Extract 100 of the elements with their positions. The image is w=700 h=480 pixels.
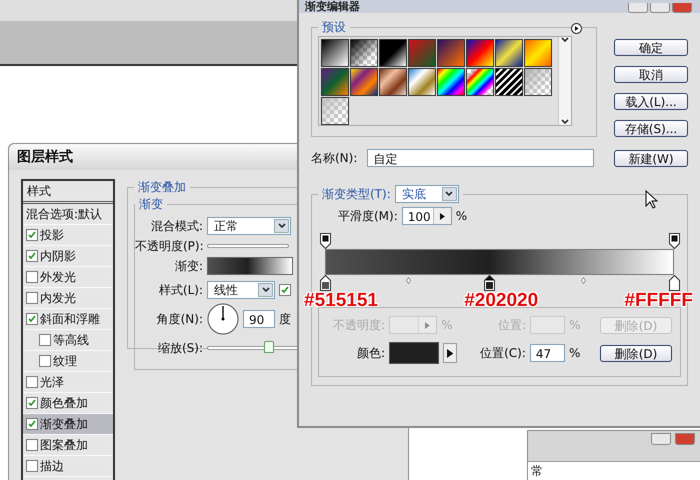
checkbox[interactable] (26, 439, 38, 451)
gradient-preset[interactable] (495, 68, 523, 96)
gradient-preview[interactable] (207, 257, 293, 275)
color-swatch[interactable] (389, 342, 440, 364)
gradient-preset[interactable] (495, 39, 523, 67)
gradient-preset[interactable] (524, 39, 552, 67)
field-label: 位置(C): (479, 344, 526, 362)
angle-field[interactable]: 90 (243, 310, 275, 328)
field-label: 样式(L): (158, 282, 203, 298)
style-list-item[interactable]: 图案叠加 (23, 435, 113, 456)
style-list-item[interactable]: 纹理 (23, 351, 113, 372)
gradient-preset[interactable] (379, 68, 407, 96)
gradient-type-select[interactable]: 实底 (394, 185, 459, 203)
checkbox[interactable] (279, 284, 291, 296)
style-list-item[interactable]: 投影 (23, 225, 113, 246)
mouse-pointer-icon (645, 190, 659, 210)
field-label: 不透明度(P): (135, 238, 203, 254)
minimize-button[interactable] (651, 433, 671, 445)
field-label: 角度(N): (156, 310, 203, 328)
angle-dial[interactable] (207, 303, 239, 335)
maximize-button[interactable] (650, 3, 670, 13)
checkbox[interactable] (26, 397, 38, 409)
checkbox[interactable] (39, 355, 51, 367)
dialog-button[interactable]: 存储(S)... (614, 120, 688, 137)
field-label: 混合模式: (150, 218, 203, 234)
gradient-preset[interactable] (379, 39, 407, 67)
color-stop[interactable] (668, 275, 680, 291)
gradient-preset[interactable] (321, 39, 349, 67)
group-title: 渐变 (138, 196, 164, 213)
style-list-item[interactable]: 内阴影 (23, 246, 113, 267)
chevron-down-icon (278, 223, 286, 229)
play-icon (446, 348, 454, 358)
play-icon (425, 322, 430, 328)
field-label: 渐变类型(T): (322, 186, 391, 202)
smoothness-field[interactable]: 100 (402, 207, 452, 225)
checkbox[interactable] (26, 271, 38, 283)
checkbox[interactable] (26, 376, 38, 388)
unit-label: % (569, 318, 582, 332)
gradient-preset[interactable] (524, 68, 552, 96)
chevron-down-icon (262, 287, 270, 293)
field-label: 颜色: (356, 344, 385, 362)
annotation-label: #515151 (304, 291, 378, 311)
location-field[interactable]: 47 (530, 344, 565, 362)
play-icon (440, 212, 445, 220)
minimize-button[interactable] (628, 3, 648, 13)
field-label: 渐变: (174, 258, 203, 274)
color-stop[interactable] (484, 275, 495, 291)
checkbox[interactable] (26, 313, 38, 325)
blend-mode-select[interactable]: 正常 (207, 217, 291, 235)
dialog-button[interactable]: 载入(L)... (614, 93, 688, 110)
chevron-down-icon (561, 37, 569, 43)
blend-mode-select[interactable]: 常 (528, 461, 700, 480)
chevron-down-icon (561, 119, 569, 125)
group-title: 预设 (321, 19, 347, 36)
opacity-stop[interactable] (668, 233, 680, 249)
unit-label: % (456, 209, 468, 223)
gradient-preset[interactable] (466, 39, 494, 67)
slider-thumb[interactable] (264, 341, 274, 353)
gradient-preset[interactable] (437, 68, 465, 96)
unit-label: % (441, 318, 454, 332)
scrollbar[interactable] (558, 37, 571, 125)
chevron-down-icon (445, 191, 454, 197)
color-stop[interactable] (320, 275, 330, 291)
opacity-stop[interactable] (320, 233, 330, 249)
checkbox[interactable] (39, 334, 51, 346)
field-label: 平滑度(M): (338, 208, 398, 224)
dialog-button[interactable]: 确定 (614, 39, 688, 56)
style-list-item[interactable]: 外发光 (23, 267, 113, 288)
checkbox[interactable] (26, 418, 38, 430)
style-list-item[interactable]: 混合选项:默认 (23, 204, 113, 225)
unit-label: % (568, 346, 582, 360)
style-list-item[interactable]: 内发光 (23, 288, 113, 309)
gradient-preset[interactable] (466, 68, 494, 96)
gradient-preset[interactable] (350, 39, 378, 67)
delete-button[interactable]: 删除(D) (600, 344, 672, 362)
list-header: 样式 (23, 181, 113, 204)
name-field[interactable]: 自定 (367, 149, 594, 167)
window-title: 渐变编辑器 (305, 1, 360, 13)
gradient-preset[interactable] (408, 68, 436, 96)
annotation-label: #202020 (464, 291, 538, 311)
menu-arrow-icon[interactable] (571, 23, 582, 34)
field-label: 名称(N): (311, 150, 358, 166)
field-label: 不透明度: (332, 316, 385, 334)
checkbox[interactable] (26, 460, 38, 472)
style-list-item[interactable]: 描边 (23, 456, 113, 477)
style-list-item[interactable]: 等高线 (23, 330, 113, 351)
style-select[interactable]: 线性 (207, 281, 275, 299)
new-button[interactable]: 新建(W) (614, 150, 688, 166)
gradient-bar[interactable] (325, 249, 674, 275)
section-title: 渐变叠加 (137, 179, 187, 196)
gradient-preset[interactable] (321, 97, 349, 125)
style-list-item[interactable]: 渐变叠加 (23, 414, 113, 435)
checkbox[interactable] (26, 250, 38, 262)
field-label: 缩放(S): (156, 340, 203, 356)
style-list-item[interactable]: 斜面和浮雕 (23, 309, 113, 330)
dialog-button[interactable]: 取消 (614, 66, 688, 83)
style-list-item[interactable]: 光泽 (23, 372, 113, 393)
unit-label: 度 (279, 310, 291, 328)
checkbox[interactable] (26, 292, 38, 304)
checkbox[interactable] (26, 229, 38, 241)
